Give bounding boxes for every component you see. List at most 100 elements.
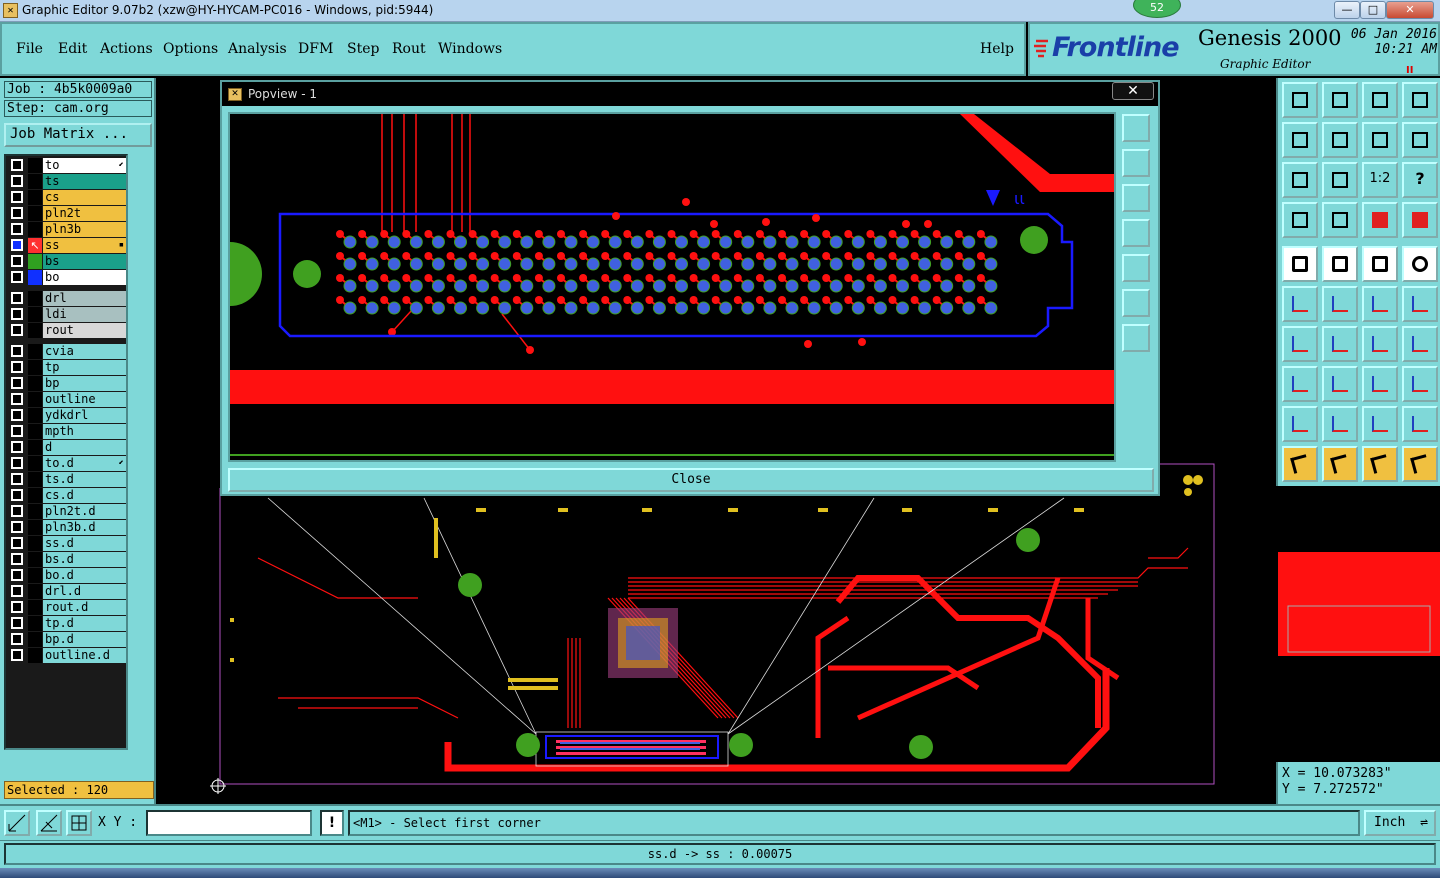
layer-name[interactable]: mpth <box>43 424 126 439</box>
layer-checkbox[interactable] <box>11 633 23 645</box>
layer-color-swatch[interactable] <box>28 424 42 439</box>
copy-icon[interactable] <box>1402 366 1438 402</box>
unit-selector[interactable]: Inch ⇌ <box>1364 810 1436 836</box>
layer-checkbox[interactable] <box>11 324 23 336</box>
forward-icon[interactable] <box>1322 122 1358 158</box>
layer-color-swatch[interactable] <box>28 648 42 663</box>
layer-checkbox[interactable] <box>11 521 23 533</box>
layer-row-bo[interactable]: bo <box>8 270 126 285</box>
maximize-button[interactable]: □ <box>1360 1 1386 19</box>
layer-row-ydkdrl[interactable]: ydkdrl <box>8 408 126 423</box>
layer-row-outline-d[interactable]: outline.d <box>8 648 126 663</box>
select-multi-icon[interactable] <box>1402 446 1438 482</box>
menu-help[interactable]: Help <box>980 41 1014 57</box>
layer-checkbox[interactable] <box>11 255 23 267</box>
layer-color-swatch[interactable] <box>28 552 42 567</box>
layer-name[interactable]: bs.d <box>43 552 126 567</box>
measure-icon[interactable] <box>1362 366 1398 402</box>
layer-name[interactable]: ss.d <box>43 536 126 551</box>
triangle-icon[interactable] <box>1282 406 1318 442</box>
minimize-button[interactable]: — <box>1334 1 1360 19</box>
zoom-fit-icon[interactable] <box>1322 162 1358 198</box>
layer-name[interactable]: pln2t.d <box>43 504 126 519</box>
node-icon[interactable] <box>1282 286 1318 322</box>
snap-center-icon[interactable] <box>66 810 92 836</box>
menu-windows[interactable]: Windows <box>438 41 502 57</box>
cross-icon[interactable] <box>1322 286 1358 322</box>
layer-row-rout[interactable]: rout <box>8 323 126 338</box>
layer-color-swatch[interactable] <box>28 158 42 173</box>
layer-color-swatch[interactable] <box>28 222 42 237</box>
house-icon[interactable] <box>1362 82 1398 118</box>
layer-color-swatch[interactable]: ↖ <box>28 238 42 253</box>
exclamation-button[interactable]: ! <box>320 810 344 836</box>
layer-name[interactable]: cs <box>43 190 126 205</box>
triangle-b-icon[interactable] <box>1362 406 1398 442</box>
menu-edit[interactable]: Edit <box>58 41 87 57</box>
layer-row-drl-d[interactable]: drl.d <box>8 584 126 599</box>
layer-row-cs-d[interactable]: cs.d <box>8 488 126 503</box>
layer-row-ss-d[interactable]: ss.d <box>8 536 126 551</box>
layer-row-mpth[interactable]: mpth <box>8 424 126 439</box>
layer-checkbox[interactable] <box>11 473 23 485</box>
layer-color-swatch[interactable] <box>28 392 42 407</box>
pan-left-icon[interactable] <box>1122 219 1150 247</box>
triangle-a-icon[interactable] <box>1322 406 1358 442</box>
layer-name[interactable]: bs <box>43 254 126 269</box>
zoom-in-icon[interactable] <box>1122 289 1150 317</box>
home-icon[interactable] <box>1282 82 1318 118</box>
layer-row-to[interactable]: to ⬋ <box>8 158 126 173</box>
layer-checkbox[interactable] <box>11 601 23 613</box>
xy-input[interactable] <box>146 810 312 836</box>
layer-color-swatch[interactable] <box>28 440 42 455</box>
layer-color-swatch[interactable] <box>28 270 42 285</box>
pan-up-icon[interactable] <box>1122 149 1150 177</box>
layer-checkbox[interactable] <box>11 239 23 251</box>
layer-name[interactable]: bo <box>43 270 126 285</box>
layer-row-cs[interactable]: cs <box>8 190 126 205</box>
popview-close-x-button[interactable]: ✕ <box>1112 82 1154 100</box>
probe-icon[interactable] <box>1322 202 1358 238</box>
layer-name[interactable]: bo.d <box>43 568 126 583</box>
layer-name[interactable]: ydkdrl <box>43 408 126 423</box>
select-circle-icon[interactable] <box>1362 446 1398 482</box>
mini-view[interactable] <box>1278 486 1440 762</box>
layer-checkbox[interactable] <box>11 441 23 453</box>
pause-icon[interactable]: II <box>1406 65 1413 76</box>
layer-name[interactable]: tp <box>43 360 126 375</box>
arc-icon[interactable] <box>1362 326 1398 362</box>
layer-checkbox[interactable] <box>11 292 23 304</box>
menu-file[interactable]: File <box>16 41 43 57</box>
layer-name[interactable]: to ⬋ <box>43 158 126 173</box>
layer-checkbox[interactable] <box>11 377 23 389</box>
layer-checkbox[interactable] <box>11 585 23 597</box>
layer-name[interactable]: outline <box>43 392 126 407</box>
layer-color-swatch[interactable] <box>28 600 42 615</box>
layers-red-icon[interactable] <box>1362 202 1398 238</box>
layer-color-swatch[interactable] <box>28 536 42 551</box>
layer-checkbox[interactable] <box>11 489 23 501</box>
upload-icon[interactable] <box>1322 82 1358 118</box>
layer-name[interactable]: rout.d <box>43 600 126 615</box>
layer-checkbox[interactable] <box>11 457 23 469</box>
layer-checkbox[interactable] <box>11 505 23 517</box>
layer-checkbox[interactable] <box>11 649 23 661</box>
layer-name[interactable]: ss ▪ <box>43 238 126 253</box>
layer-checkbox[interactable] <box>11 223 23 235</box>
layer-name[interactable]: cvia <box>43 344 126 359</box>
layer-name[interactable]: rout <box>43 323 126 338</box>
help-icon[interactable]: ? <box>1402 162 1438 198</box>
redo-icon[interactable] <box>1402 122 1438 158</box>
layer-checkbox[interactable] <box>11 175 23 187</box>
layer-row-pln3b-d[interactable]: pln3b.d <box>8 520 126 535</box>
layer-checkbox[interactable] <box>11 569 23 581</box>
layer-row-bs-d[interactable]: bs.d <box>8 552 126 567</box>
layer-checkbox[interactable] <box>11 159 23 171</box>
layer-row-bp-d[interactable]: bp.d <box>8 632 126 647</box>
layer-color-swatch[interactable] <box>28 254 42 269</box>
layer-name[interactable]: ts.d <box>43 472 126 487</box>
layer-color-swatch[interactable] <box>28 456 42 471</box>
layer-name[interactable]: bp.d <box>43 632 126 647</box>
layer-checkbox[interactable] <box>11 537 23 549</box>
circle-icon[interactable] <box>1402 246 1438 282</box>
